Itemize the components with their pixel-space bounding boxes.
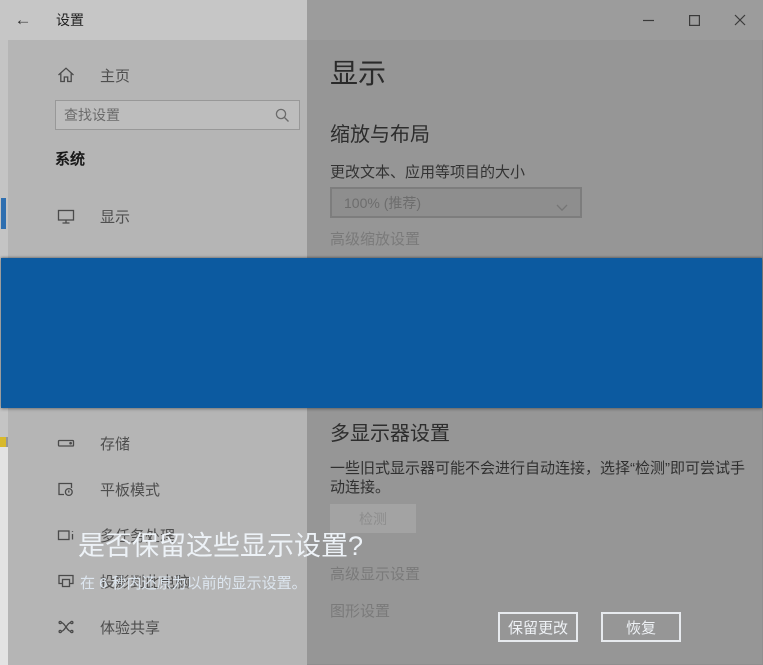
maximize-icon xyxy=(689,15,700,26)
minimize-button[interactable] xyxy=(625,0,671,40)
sidebar-section-system: 系统 xyxy=(55,148,85,169)
revert-button[interactable]: 恢复 xyxy=(601,612,681,642)
maximize-button[interactable] xyxy=(671,0,717,40)
sidebar-item-label: 主页 xyxy=(100,65,130,86)
dialog-countdown-text: 在 6 秒内还原为以前的显示设置。 xyxy=(80,572,307,593)
window-title: 设置 xyxy=(56,10,84,30)
sidebar-item-label: 存储 xyxy=(100,433,130,454)
sidebar-item-display[interactable]: 显示 xyxy=(8,196,307,236)
sidebar-item-tablet-mode[interactable]: 平板模式 xyxy=(8,469,307,509)
keep-changes-button[interactable]: 保留更改 xyxy=(498,612,578,642)
sidebar-item-label: 平板模式 xyxy=(100,479,160,500)
background-window-edge-lower xyxy=(0,447,8,665)
sidebar-item-storage[interactable]: 存储 xyxy=(8,423,307,463)
tablet-icon xyxy=(56,479,76,499)
close-icon xyxy=(734,14,746,26)
search-box[interactable] xyxy=(55,100,300,130)
chevron-down-icon xyxy=(556,199,568,207)
sidebar-item-shared-experiences[interactable]: 体验共享 xyxy=(8,607,307,647)
settings-window: ← 设置 主页 系统 显示 xyxy=(0,0,763,665)
background-window-highlight xyxy=(0,437,6,447)
back-button[interactable]: ← xyxy=(0,0,46,40)
back-arrow-icon: ← xyxy=(15,10,32,30)
multi-display-description: 一些旧式显示器可能不会进行自动连接，选择“检测”即可尝试手动连接。 xyxy=(330,459,754,497)
project-icon xyxy=(56,571,76,591)
search-icon[interactable] xyxy=(274,107,290,123)
advanced-display-link[interactable]: 高级显示设置 xyxy=(330,563,420,584)
sidebar-item-home[interactable]: 主页 xyxy=(8,55,307,95)
advanced-scaling-link[interactable]: 高级缩放设置 xyxy=(330,228,420,249)
storage-icon xyxy=(56,433,76,453)
selected-item-accent-bar xyxy=(1,198,6,229)
monitor-icon xyxy=(56,206,76,226)
multi-display-section-title: 多显示器设置 xyxy=(330,417,450,446)
graphics-settings-link[interactable]: 图形设置 xyxy=(330,600,390,621)
multitask-icon xyxy=(56,525,76,545)
home-icon xyxy=(56,65,76,85)
titlebar: ← 设置 xyxy=(0,0,307,40)
page-title: 显示 xyxy=(330,52,386,92)
minimize-icon xyxy=(643,15,654,26)
scale-field-label: 更改文本、应用等项目的大小 xyxy=(330,161,525,182)
sidebar-item-label: 体验共享 xyxy=(100,617,160,638)
close-button[interactable] xyxy=(717,0,763,40)
share-icon xyxy=(56,617,76,637)
search-input[interactable] xyxy=(56,107,274,123)
dialog-title: 是否保留这些显示设置? xyxy=(78,524,363,563)
sidebar-item-label: 显示 xyxy=(100,206,130,227)
keep-display-settings-dialog: 是否保留这些显示设置? 在 6 秒内还原为以前的显示设置。 保留更改 恢复 xyxy=(1,258,762,408)
titlebar-controls xyxy=(307,0,763,40)
scale-dropdown-value: 100% (推荐) xyxy=(344,193,421,213)
scale-dropdown[interactable]: 100% (推荐) xyxy=(330,187,582,218)
scale-section-title: 缩放与布局 xyxy=(330,118,430,147)
